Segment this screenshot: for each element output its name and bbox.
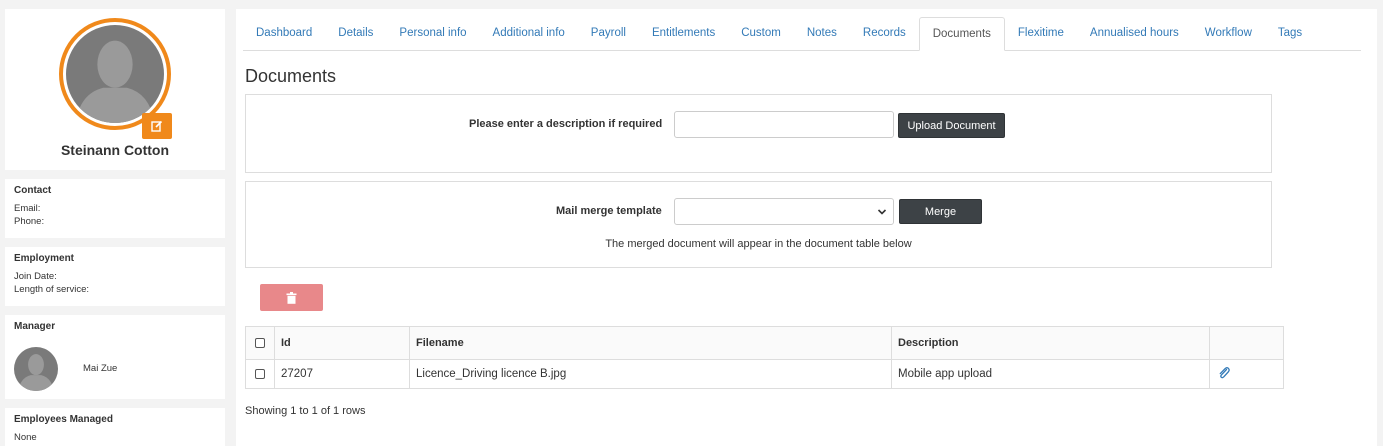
- email-label: Email:: [14, 203, 41, 214]
- header-id[interactable]: Id: [274, 326, 410, 360]
- length-of-service-label: Length of service:: [14, 284, 89, 295]
- tab-custom[interactable]: Custom: [728, 17, 794, 50]
- employment-card: Employment Join Date: Length of service:: [5, 247, 225, 306]
- employees-managed-title: Employees Managed: [14, 414, 113, 425]
- cell-actions: [1209, 359, 1284, 389]
- cell-filename: Licence_Driving licence B.jpg: [409, 359, 892, 389]
- employees-managed-value: None: [14, 432, 37, 443]
- edit-icon: [151, 120, 163, 132]
- header-description[interactable]: Description: [891, 326, 1210, 360]
- tab-details[interactable]: Details: [325, 17, 386, 50]
- employees-managed-card: Employees Managed None: [5, 408, 225, 446]
- tab-documents[interactable]: Documents: [918, 17, 1005, 51]
- tab-payroll[interactable]: Payroll: [578, 17, 639, 50]
- upload-panel: Please enter a description if required U…: [245, 94, 1272, 173]
- main-panel: Dashboard Details Personal info Addition…: [236, 9, 1377, 446]
- table-header-row: Id Filename Description: [245, 326, 1284, 360]
- employment-title: Employment: [14, 253, 75, 264]
- row-select-cell: [245, 359, 275, 389]
- upload-document-button[interactable]: Upload Document: [898, 113, 1005, 138]
- merge-panel: Mail merge template Merge The merged doc…: [245, 181, 1272, 268]
- person-silhouette-icon: [75, 40, 155, 123]
- tab-records[interactable]: Records: [850, 17, 919, 50]
- mail-merge-label: Mail merge template: [556, 205, 662, 217]
- manager-name[interactable]: Mai Zue: [83, 363, 117, 374]
- tab-entitlements[interactable]: Entitlements: [639, 17, 728, 50]
- description-input[interactable]: [674, 111, 894, 138]
- tab-flexitime[interactable]: Flexitime: [1005, 17, 1077, 50]
- merge-button[interactable]: Merge: [899, 199, 982, 224]
- phone-label: Phone:: [14, 216, 45, 227]
- cell-description: Mobile app upload: [891, 359, 1210, 389]
- manager-avatar[interactable]: [14, 347, 58, 391]
- chevron-down-icon: [877, 209, 887, 215]
- join-date-label: Join Date:: [14, 271, 57, 282]
- tab-personal-info[interactable]: Personal info: [386, 17, 479, 50]
- documents-table: Id Filename Description 27207 Licence_Dr…: [245, 326, 1284, 389]
- header-filename[interactable]: Filename: [409, 326, 892, 360]
- cell-id: 27207: [274, 359, 410, 389]
- trash-icon: [286, 291, 297, 304]
- merge-note: The merged document will appear in the d…: [605, 238, 912, 250]
- table-row: 27207 Licence_Driving licence B.jpg Mobi…: [245, 359, 1284, 389]
- contact-title: Contact: [14, 185, 52, 196]
- page-title: Documents: [245, 66, 337, 86]
- header-actions: [1209, 326, 1284, 360]
- tab-notes[interactable]: Notes: [794, 17, 850, 50]
- tab-workflow[interactable]: Workflow: [1192, 17, 1265, 50]
- mail-merge-select[interactable]: [674, 198, 894, 225]
- paperclip-icon[interactable]: [1218, 366, 1230, 379]
- edit-photo-button[interactable]: [142, 113, 172, 139]
- manager-title: Manager: [14, 321, 56, 332]
- tab-dashboard[interactable]: Dashboard: [243, 17, 325, 50]
- tab-additional-info[interactable]: Additional info: [480, 17, 578, 50]
- contact-card: Contact Email: Phone:: [5, 179, 225, 238]
- description-label: Please enter a description if required: [469, 118, 663, 130]
- row-checkbox[interactable]: [255, 368, 265, 379]
- tab-tags[interactable]: Tags: [1265, 17, 1315, 50]
- select-all-checkbox[interactable]: [255, 338, 265, 349]
- select-all-cell: [245, 326, 275, 360]
- manager-card: Manager Mai Zue: [5, 315, 225, 399]
- delete-button[interactable]: [260, 284, 323, 311]
- profile-name: Steinann Cotton: [60, 142, 170, 158]
- tab-bar: Dashboard Details Personal info Addition…: [243, 17, 1361, 51]
- person-silhouette-icon: [18, 354, 54, 391]
- tab-annualised-hours[interactable]: Annualised hours: [1077, 17, 1192, 50]
- pagination-info: Showing 1 to 1 of 1 rows: [245, 405, 366, 417]
- profile-card: Steinann Cotton: [5, 9, 225, 170]
